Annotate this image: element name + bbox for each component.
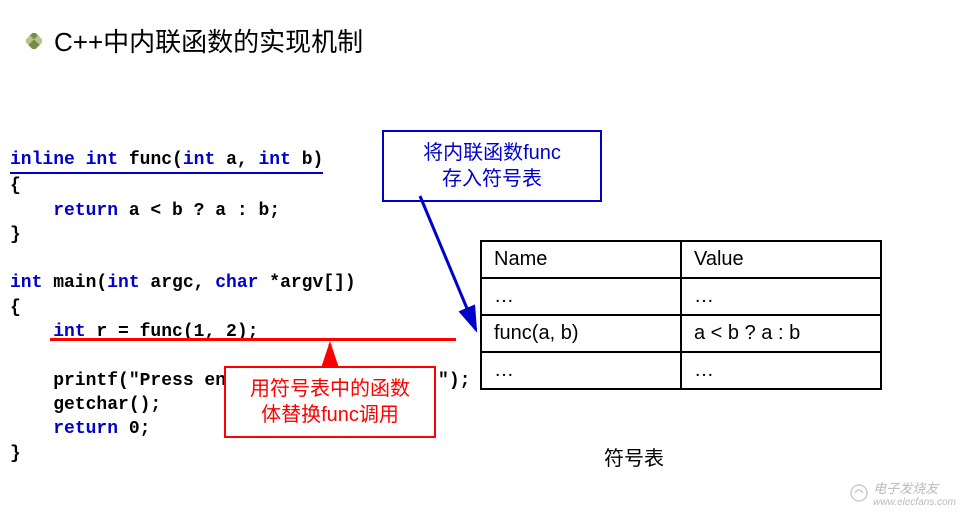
cell: … — [481, 278, 681, 315]
code-line: return a < b ? a : b; — [10, 199, 470, 223]
code-line: int main(int argc, char *argv[]) — [10, 271, 470, 295]
callout-replace-call: 用符号表中的函数 体替换func调用 — [224, 366, 436, 438]
watermark-brand: 电子发烧友 — [873, 478, 956, 497]
table-row: func(a, b) a < b ? a : b — [481, 315, 881, 352]
logo-icon — [849, 483, 869, 503]
red-underline — [50, 338, 456, 341]
cell: … — [681, 278, 881, 315]
watermark-url: www.elecfans.com — [873, 497, 956, 508]
slide-title: C++中内联函数的实现机制 — [54, 22, 363, 59]
watermark: 电子发烧友 www.elecfans.com — [849, 478, 956, 508]
diamond-bullet-icon — [26, 33, 42, 49]
code-line: } — [10, 442, 470, 466]
table-caption: 符号表 — [604, 442, 664, 471]
callout-line: 体替换func调用 — [244, 402, 416, 428]
callout-line: 将内联函数func — [402, 140, 582, 166]
cell: a < b ? a : b — [681, 315, 881, 352]
code-blank — [10, 247, 470, 271]
callout-store-symbol-table: 将内联函数func 存入符号表 — [382, 130, 602, 202]
code-line: { — [10, 296, 470, 320]
slide-title-row: C++中内联函数的实现机制 — [26, 22, 363, 59]
table-row: … … — [481, 278, 881, 315]
cell: … — [681, 352, 881, 389]
code-line: } — [10, 223, 470, 247]
symbol-table: Name Value … … func(a, b) a < b ? a : b … — [480, 240, 882, 390]
col-header-value: Value — [681, 241, 881, 278]
table-row: … … — [481, 352, 881, 389]
table-header-row: Name Value — [481, 241, 881, 278]
cell: func(a, b) — [481, 315, 681, 352]
callout-line: 用符号表中的函数 — [244, 376, 416, 402]
cell: … — [481, 352, 681, 389]
callout-line: 存入符号表 — [402, 166, 582, 192]
col-header-name: Name — [481, 241, 681, 278]
